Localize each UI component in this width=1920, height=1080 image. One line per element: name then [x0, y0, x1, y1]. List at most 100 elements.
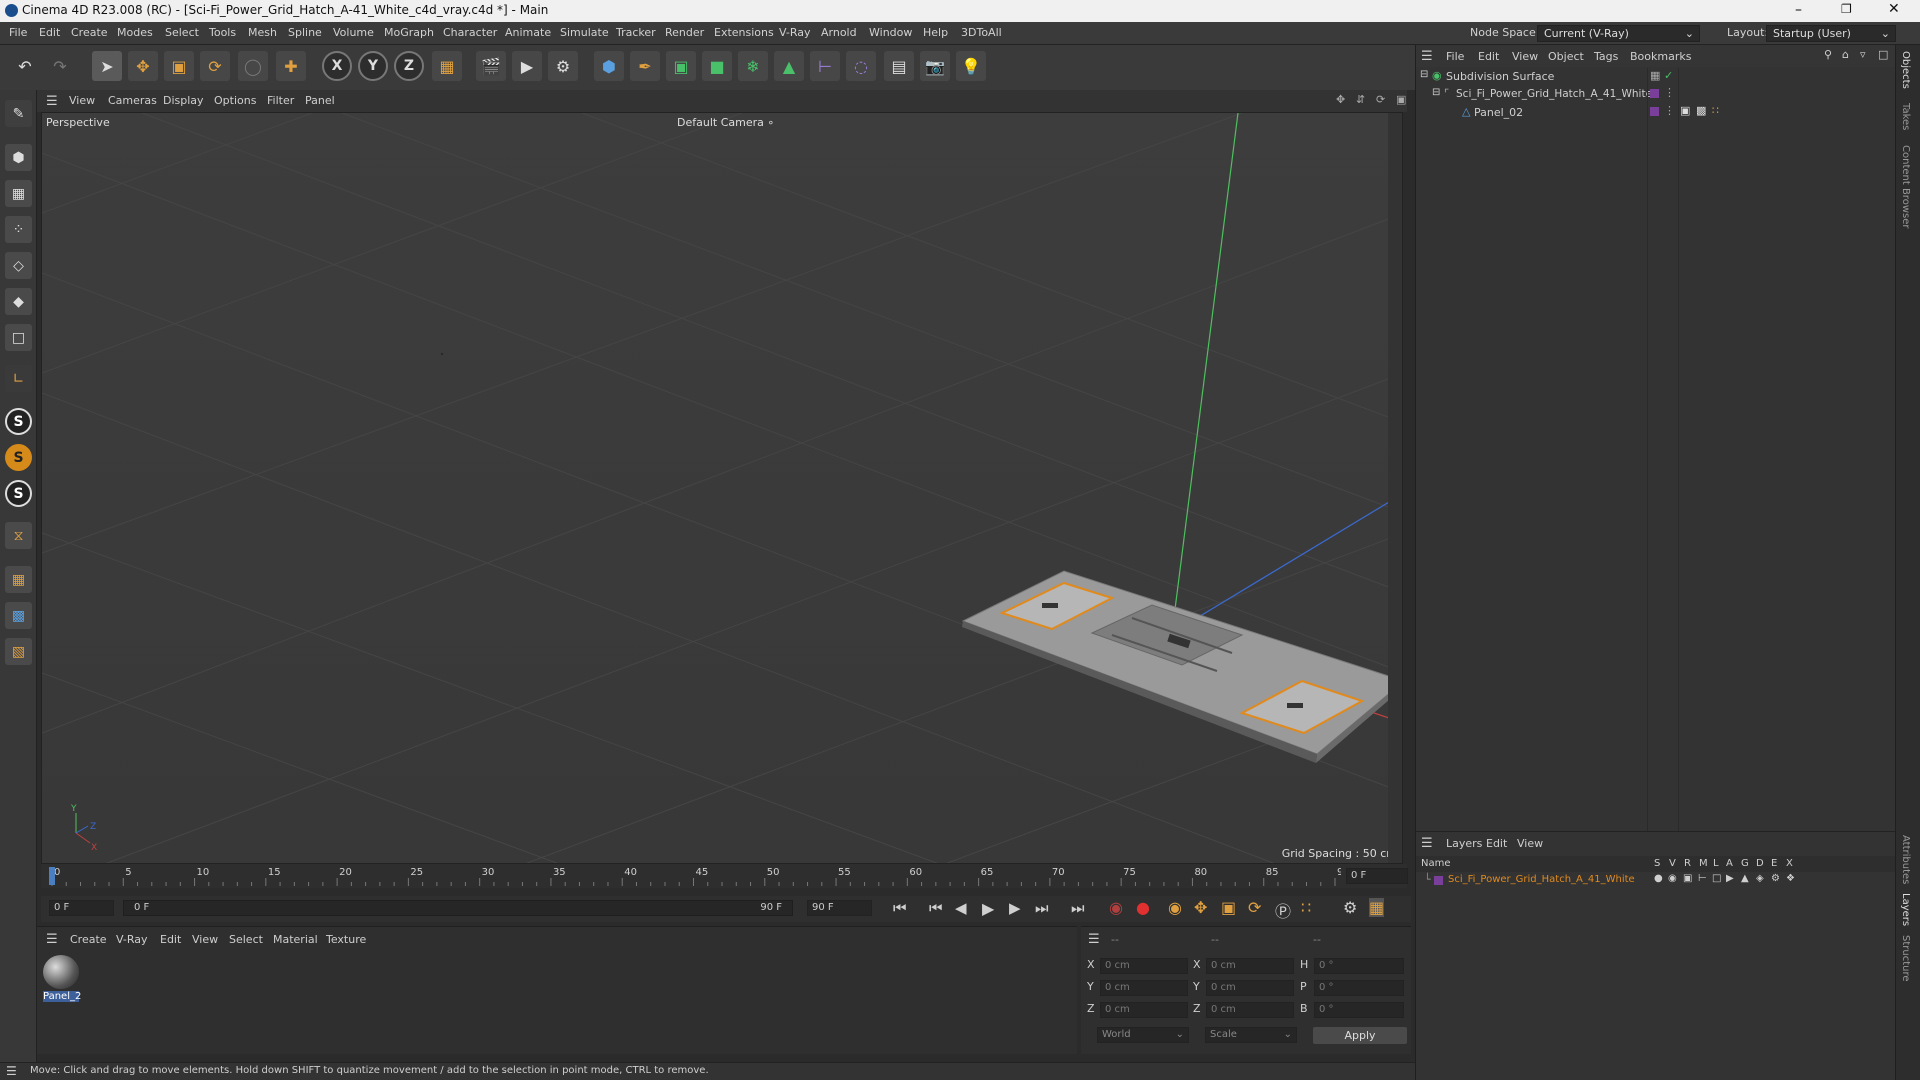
- lock-icon[interactable]: □: [1712, 873, 1721, 884]
- material-menu-create[interactable]: Create: [70, 933, 107, 946]
- tab-content-browser[interactable]: Content Browser: [1900, 145, 1911, 228]
- checker-grid-icon[interactable]: ▩: [5, 602, 32, 629]
- rotation-p-field[interactable]: 0 °: [1314, 980, 1404, 996]
- hamburger-icon[interactable]: ☰: [6, 1064, 17, 1078]
- layer-color-swatch[interactable]: [1650, 107, 1659, 116]
- timeline-window-icon[interactable]: ▦: [1369, 898, 1385, 917]
- menu-select[interactable]: Select: [165, 26, 199, 39]
- hamburger-icon[interactable]: ☰: [46, 932, 58, 947]
- light-icon[interactable]: 💡: [956, 51, 986, 81]
- layers-menu-edit[interactable]: Edit: [1486, 837, 1507, 850]
- collapse-icon[interactable]: ⊟: [1420, 69, 1428, 80]
- pen-spline-icon[interactable]: ✒: [630, 51, 660, 81]
- object-row[interactable]: ⊟ ⌜ Sci_Fi_Power_Grid_Hatch_A_41_White ⋮: [1416, 86, 1896, 104]
- object-menu-tags[interactable]: Tags: [1594, 50, 1618, 63]
- render-view-icon[interactable]: 🎬: [476, 51, 506, 81]
- edit-flag-icon[interactable]: ▦: [1650, 69, 1660, 82]
- home-icon[interactable]: ⌂: [1842, 48, 1849, 61]
- coord-mode-select[interactable]: Scale ⌄: [1205, 1027, 1297, 1043]
- object-row[interactable]: ⊟ ◉ Subdivision Surface ▦ ✓: [1416, 68, 1896, 86]
- rotate-tool-icon[interactable]: ⟳: [200, 51, 230, 81]
- texture-tag-icon[interactable]: ∷: [1712, 104, 1719, 117]
- coordinate-system-icon[interactable]: ▦: [432, 51, 462, 81]
- timeline-ruler[interactable]: 051015202530354045505560657075808590 0 F: [41, 864, 1408, 888]
- tab-attributes[interactable]: Attributes: [1900, 835, 1911, 884]
- xref-icon[interactable]: ❖: [1786, 873, 1795, 884]
- menu-3dtoall[interactable]: 3DToAll: [961, 26, 1002, 39]
- material-menu-material[interactable]: Material: [273, 933, 318, 946]
- key-parameter-icon[interactable]: Ⓟ: [1275, 898, 1291, 922]
- material-tag-icon[interactable]: ▩: [1696, 104, 1706, 117]
- maximize-button[interactable]: ❐: [1841, 2, 1852, 16]
- select-tool-icon[interactable]: ➤: [92, 51, 122, 81]
- subdivision-icon[interactable]: ▣: [666, 51, 696, 81]
- eye-icon[interactable]: ◉: [1668, 873, 1677, 884]
- tab-takes[interactable]: Takes: [1900, 103, 1911, 130]
- camera-icon[interactable]: 📷: [920, 51, 950, 81]
- object-menu-file[interactable]: File: [1446, 50, 1464, 63]
- menu-spline[interactable]: Spline: [288, 26, 322, 39]
- hamburger-icon[interactable]: ☰: [1088, 932, 1100, 947]
- menu-tools[interactable]: Tools: [209, 26, 236, 39]
- visibility-dots-icon[interactable]: ⋮: [1664, 86, 1675, 99]
- expression-icon[interactable]: ⚙: [1771, 873, 1780, 884]
- position-y-field[interactable]: 0 cm: [1100, 980, 1188, 996]
- range-slider[interactable]: 0 F 90 F: [123, 900, 793, 916]
- y-axis-icon[interactable]: Y: [358, 51, 388, 81]
- position-z-field[interactable]: 0 cm: [1100, 1002, 1188, 1018]
- animation-play-icon[interactable]: ▶: [1726, 873, 1734, 884]
- next-key-icon[interactable]: ⏭: [1035, 899, 1049, 917]
- previous-key-icon[interactable]: ⏮: [929, 899, 943, 917]
- next-frame-icon[interactable]: ▶: [1009, 899, 1021, 917]
- cube-icon[interactable]: ⬢: [594, 51, 624, 81]
- render-clapper-icon[interactable]: ▣: [1683, 873, 1692, 884]
- record-icon[interactable]: ●: [1136, 898, 1150, 917]
- live-selection-icon[interactable]: ◯: [238, 51, 268, 81]
- grid-axis-icon[interactable]: ▧: [5, 638, 32, 665]
- layer-row[interactable]: └ Sci_Fi_Power_Grid_Hatch_A_41_White ● ◉…: [1416, 873, 1896, 889]
- deformer-icon[interactable]: ◈: [1756, 873, 1764, 884]
- transform-icon[interactable]: ✚: [276, 51, 306, 81]
- rotation-b-field[interactable]: 0 °: [1314, 1002, 1404, 1018]
- object-menu-bookmarks[interactable]: Bookmarks: [1630, 50, 1691, 63]
- play-icon[interactable]: ▶: [982, 899, 994, 918]
- key-rotation-icon[interactable]: ⟳: [1248, 898, 1261, 917]
- grid-icon[interactable]: ▦: [5, 566, 32, 593]
- object-menu-view[interactable]: View: [1512, 50, 1538, 63]
- menu-mesh[interactable]: Mesh: [248, 26, 277, 39]
- filter-icon[interactable]: ▿: [1860, 48, 1866, 61]
- enabled-check-icon[interactable]: ✓: [1664, 69, 1673, 82]
- undo-icon[interactable]: ↶: [10, 51, 40, 81]
- render-settings-icon[interactable]: ⚙: [548, 51, 578, 81]
- apply-button[interactable]: Apply: [1313, 1027, 1407, 1044]
- edges-mode-icon[interactable]: ◇: [5, 252, 32, 279]
- x-axis-icon[interactable]: X: [322, 51, 352, 81]
- points-mode-icon[interactable]: ⁘: [5, 216, 32, 243]
- material-swatch[interactable]: Panel_2: [43, 955, 81, 1003]
- menu-edit[interactable]: Edit: [39, 26, 60, 39]
- magnet-icon[interactable]: ⧖: [5, 522, 32, 549]
- key-pla-icon[interactable]: ∷: [1301, 898, 1311, 917]
- redo-icon[interactable]: ↷: [45, 51, 75, 81]
- tab-layers[interactable]: Layers: [1900, 893, 1911, 926]
- menu-volume[interactable]: Volume: [333, 26, 374, 39]
- snap-3d-icon[interactable]: S: [5, 480, 32, 507]
- scale-tool-icon[interactable]: ▣: [164, 51, 194, 81]
- menu-character[interactable]: Character: [443, 26, 497, 39]
- layout-select[interactable]: Startup (User) ⌄: [1766, 25, 1896, 42]
- extrude-icon[interactable]: ■: [702, 51, 732, 81]
- vray-tag-icon[interactable]: ▣: [1680, 104, 1690, 117]
- viewport-menu-cameras[interactable]: Cameras: [108, 94, 157, 107]
- viewport-menu-options[interactable]: Options: [214, 94, 256, 107]
- tab-objects[interactable]: Objects: [1900, 51, 1911, 89]
- coord-space-select[interactable]: World ⌄: [1097, 1027, 1189, 1043]
- key-position-icon[interactable]: ✥: [1194, 898, 1207, 917]
- pan-view-icon[interactable]: ✥: [1336, 93, 1345, 106]
- model-mode-icon[interactable]: ⬢: [5, 144, 32, 171]
- go-to-start-icon[interactable]: ⏮: [893, 899, 907, 917]
- new-window-icon[interactable]: □: [1878, 48, 1888, 61]
- menu-vray[interactable]: V-Ray: [779, 26, 811, 39]
- node-space-select[interactable]: Current (V-Ray) ⌄: [1537, 25, 1700, 42]
- menu-tracker[interactable]: Tracker: [616, 26, 656, 39]
- camera-label[interactable]: Default Camera ∘: [677, 116, 774, 129]
